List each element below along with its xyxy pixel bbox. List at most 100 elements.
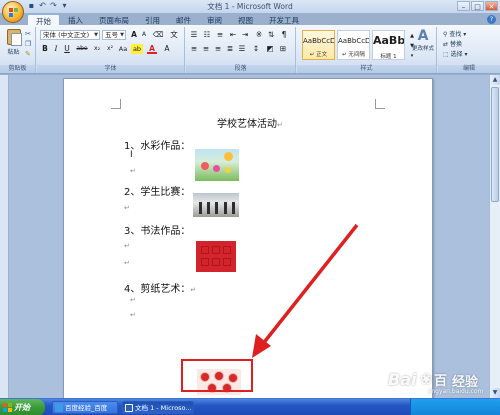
bold-button[interactable]: B xyxy=(40,44,50,54)
font-color-button[interactable]: A xyxy=(147,44,157,54)
taskbar-item-browser[interactable]: 百度经验_百度 xyxy=(52,401,118,414)
clear-format-icon[interactable]: ⌫ xyxy=(151,30,165,40)
align-right-icon[interactable]: ≡ xyxy=(213,44,223,54)
list-item-paper-cutting[interactable]: 4、剪纸艺术：↵ xyxy=(124,280,196,295)
distributed-icon[interactable]: ☰ xyxy=(237,44,247,54)
numbering-icon[interactable]: ☷ xyxy=(202,30,212,40)
font-name-combo[interactable]: 宋体 (中文正文) ▼ xyxy=(40,30,100,40)
paragraph-mark: ↵ xyxy=(124,204,130,212)
phonetic-guide-icon[interactable]: 文 xyxy=(167,30,181,40)
paragraph-mark: ↵ xyxy=(190,286,197,294)
tab-references[interactable]: 引用 xyxy=(137,14,168,25)
paragraph-mark: ↵ xyxy=(130,296,136,304)
line-spacing-icon[interactable]: ↕ xyxy=(251,44,261,54)
image-sun xyxy=(224,152,233,161)
help-icon[interactable]: ? xyxy=(487,15,496,24)
font-name-value: 宋体 (中文正文) xyxy=(43,31,90,39)
word-icon xyxy=(125,404,133,412)
tab-mailings[interactable]: 邮件 xyxy=(168,14,199,25)
document-workspace: 学校艺体活动↵ 1、水彩作品： I ↵ 2、学生比赛： ↵ 3、书法作品： ↵ … xyxy=(0,75,489,398)
styles-more-icon[interactable]: ▾ xyxy=(407,51,417,61)
browser-icon xyxy=(55,404,63,412)
grow-font-button[interactable]: A xyxy=(129,30,139,40)
select-label: 选择 ▾ xyxy=(450,51,468,58)
clipboard-icon xyxy=(6,29,22,46)
vertical-scrollbar[interactable]: ▲ ▼ xyxy=(489,75,500,398)
paste-button[interactable]: 粘贴 xyxy=(5,29,22,62)
chinese-layout-icon[interactable]: ※ xyxy=(254,30,264,40)
copy-icon[interactable]: ❐ xyxy=(25,41,33,48)
document-page[interactable]: 学校艺体活动↵ 1、水彩作品： I ↵ 2、学生比赛： ↵ 3、书法作品： ↵ … xyxy=(63,78,433,398)
select-button[interactable]: ⬚ 选择 ▾ xyxy=(443,49,468,58)
sort-icon[interactable]: ⇅ xyxy=(266,30,276,40)
minimize-button[interactable]: – xyxy=(457,1,470,11)
show-marks-icon[interactable]: ¶ xyxy=(279,30,289,40)
scrollbar-thumb[interactable] xyxy=(491,87,499,202)
format-painter-icon[interactable]: ✎ xyxy=(25,51,33,58)
watercolor-image[interactable] xyxy=(195,149,239,181)
change-case-button[interactable]: Aa xyxy=(117,44,129,54)
tab-developer[interactable]: 开发工具 xyxy=(261,14,307,25)
start-button[interactable]: 开始 xyxy=(0,399,45,415)
window-title: 文档 1 - Microsoft Word xyxy=(207,2,293,11)
find-label: 查找 ▾ xyxy=(449,31,467,38)
image-flower xyxy=(225,167,231,173)
align-left-icon[interactable]: ≡ xyxy=(189,44,199,54)
tab-insert[interactable]: 插入 xyxy=(60,14,91,25)
style-no-spacing[interactable]: AaBbCcDd ↵ 无间隔 xyxy=(337,30,370,60)
list-item-student-contest[interactable]: 2、学生比赛： xyxy=(124,183,190,198)
bullets-icon[interactable]: ☰ xyxy=(189,30,199,40)
image-figure xyxy=(224,202,227,214)
highlight-button[interactable]: ab xyxy=(131,44,143,54)
document-title[interactable]: 学校艺体活动↵ xyxy=(217,115,283,130)
subscript-button[interactable]: x₂ xyxy=(91,44,103,54)
justify-icon[interactable]: ≣ xyxy=(225,44,235,54)
vertical-ruler xyxy=(0,75,9,398)
tab-view[interactable]: 视图 xyxy=(230,14,261,25)
document-title-text: 学校艺体活动 xyxy=(217,119,277,130)
change-styles-label: 更改样式 xyxy=(412,46,435,52)
italic-button[interactable]: I xyxy=(51,44,61,54)
replace-button[interactable]: ⇄ 替换 xyxy=(443,39,462,48)
list-item-calligraphy[interactable]: 3、书法作品： xyxy=(124,222,190,237)
editing-group-label: 编辑 xyxy=(438,65,500,73)
student-contest-image[interactable] xyxy=(193,193,239,217)
increase-indent-icon[interactable]: ⇥ xyxy=(240,30,250,40)
align-center-icon[interactable]: ≡ xyxy=(201,44,211,54)
borders-icon[interactable]: ⊞ xyxy=(278,44,288,54)
taskbar-item-word[interactable]: 文档 1 - Microso... xyxy=(122,401,194,414)
tab-page-layout[interactable]: 页面布局 xyxy=(91,14,137,25)
clipboard-group: 粘贴 ✂ ❐ ✎ 剪贴板 xyxy=(0,27,36,73)
paste-label: 粘贴 xyxy=(7,49,20,56)
font-group-label: 字体 xyxy=(37,65,184,73)
title-bar: ▪ ↶ ↷ ▾ 文档 1 - Microsoft Word – □ ✕ xyxy=(0,0,500,23)
shading-icon[interactable]: ◩ xyxy=(265,44,275,54)
style-normal[interactable]: AaBbCcDd ↵ 正文 xyxy=(302,30,335,60)
font-size-value: 五号 xyxy=(105,31,118,39)
strikethrough-button[interactable]: abe xyxy=(75,44,89,54)
tab-review[interactable]: 审阅 xyxy=(199,14,230,25)
style-heading-1-name: 标题 1 xyxy=(380,54,397,60)
style-no-spacing-sample: AaBbCcDd xyxy=(338,37,369,45)
paragraph-group-label: 段落 xyxy=(186,65,295,73)
multilevel-list-icon[interactable]: ≡ xyxy=(215,30,225,40)
change-styles-button[interactable]: A 更改样式 xyxy=(412,28,434,52)
cut-icon[interactable]: ✂ xyxy=(25,31,33,38)
find-button[interactable]: ⚲ 查找 ▾ xyxy=(443,29,466,38)
close-button[interactable]: ✕ xyxy=(485,1,498,11)
calligraphy-image[interactable] xyxy=(196,241,236,272)
character-shading-icon[interactable]: A xyxy=(161,44,173,54)
office-button[interactable] xyxy=(2,1,24,23)
font-group: 宋体 (中文正文) ▼ 五号 ▼ A A ⌫ 文 B I U abe x₂ x² A… xyxy=(37,27,185,73)
list-item-watercolor[interactable]: 1、水彩作品： xyxy=(124,137,190,152)
maximize-button[interactable]: □ xyxy=(471,1,484,11)
shrink-font-button[interactable]: A xyxy=(139,30,149,40)
scroll-up-icon[interactable]: ▲ xyxy=(490,75,500,85)
underline-button[interactable]: U xyxy=(62,44,72,54)
image-glyph xyxy=(212,258,220,266)
font-size-combo[interactable]: 五号 ▼ xyxy=(102,30,126,40)
tab-home[interactable]: 开始 xyxy=(27,14,60,26)
style-heading-1[interactable]: AaBb 标题 1 xyxy=(372,30,405,60)
superscript-button[interactable]: x² xyxy=(104,44,116,54)
decrease-indent-icon[interactable]: ⇤ xyxy=(228,30,238,40)
